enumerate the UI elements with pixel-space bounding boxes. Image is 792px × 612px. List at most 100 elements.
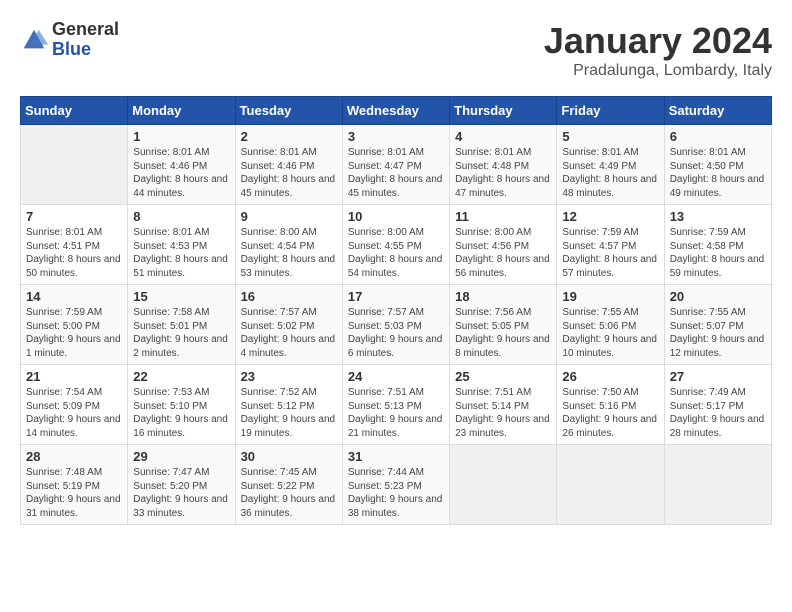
- header-saturday: Saturday: [664, 97, 771, 125]
- day-info: Sunrise: 7:57 AMSunset: 5:02 PMDaylight:…: [241, 306, 337, 360]
- day-number: 2: [241, 129, 337, 144]
- calendar-cell: 8 Sunrise: 8:01 AMSunset: 4:53 PMDaylight…: [128, 205, 235, 285]
- header-tuesday: Tuesday: [235, 97, 342, 125]
- day-number: 17: [348, 289, 444, 304]
- day-info: Sunrise: 7:49 AMSunset: 5:17 PMDaylight:…: [670, 386, 766, 440]
- day-number: 1: [133, 129, 229, 144]
- calendar-cell: 10 Sunrise: 8:00 AMSunset: 4:55 PMDayligh…: [342, 205, 449, 285]
- day-number: 10: [348, 209, 444, 224]
- header-wednesday: Wednesday: [342, 97, 449, 125]
- day-number: 21: [26, 369, 122, 384]
- calendar-cell: 7 Sunrise: 8:01 AMSunset: 4:51 PMDaylight…: [21, 205, 128, 285]
- calendar-cell: 16 Sunrise: 7:57 AMSunset: 5:02 PMDayligh…: [235, 285, 342, 365]
- day-info: Sunrise: 7:45 AMSunset: 5:22 PMDaylight:…: [241, 466, 337, 520]
- calendar-cell: 1 Sunrise: 8:01 AMSunset: 4:46 PMDaylight…: [128, 125, 235, 205]
- day-number: 30: [241, 449, 337, 464]
- day-info: Sunrise: 8:01 AMSunset: 4:50 PMDaylight:…: [670, 146, 766, 200]
- day-info: Sunrise: 7:52 AMSunset: 5:12 PMDaylight:…: [241, 386, 337, 440]
- day-info: Sunrise: 8:01 AMSunset: 4:49 PMDaylight:…: [562, 146, 658, 200]
- week-row-4: 21 Sunrise: 7:54 AMSunset: 5:09 PMDayligh…: [21, 365, 772, 445]
- calendar-cell: 12 Sunrise: 7:59 AMSunset: 4:57 PMDayligh…: [557, 205, 664, 285]
- logo-blue: Blue: [52, 40, 119, 60]
- title-area: January 2024 Pradalunga, Lombardy, Italy: [544, 20, 772, 80]
- day-number: 6: [670, 129, 766, 144]
- calendar-cell: [21, 125, 128, 205]
- logo: General Blue: [20, 20, 119, 60]
- logo-text: General Blue: [52, 20, 119, 60]
- day-number: 18: [455, 289, 551, 304]
- day-number: 7: [26, 209, 122, 224]
- calendar-cell: [450, 445, 557, 525]
- calendar-cell: 5 Sunrise: 8:01 AMSunset: 4:49 PMDaylight…: [557, 125, 664, 205]
- day-info: Sunrise: 7:59 AMSunset: 4:58 PMDaylight:…: [670, 226, 766, 280]
- day-info: Sunrise: 8:01 AMSunset: 4:53 PMDaylight:…: [133, 226, 229, 280]
- calendar-table: SundayMondayTuesdayWednesdayThursdayFrid…: [20, 96, 772, 525]
- day-info: Sunrise: 7:51 AMSunset: 5:13 PMDaylight:…: [348, 386, 444, 440]
- day-number: 13: [670, 209, 766, 224]
- calendar-cell: 6 Sunrise: 8:01 AMSunset: 4:50 PMDaylight…: [664, 125, 771, 205]
- calendar-cell: 18Sunrise: 7:56 AMSunset: 5:05 PMDayligh…: [450, 285, 557, 365]
- day-number: 12: [562, 209, 658, 224]
- calendar-cell: 4Sunrise: 8:01 AMSunset: 4:48 PMDaylight…: [450, 125, 557, 205]
- calendar-cell: 24Sunrise: 7:51 AMSunset: 5:13 PMDayligh…: [342, 365, 449, 445]
- day-info: Sunrise: 7:55 AMSunset: 5:06 PMDaylight:…: [562, 306, 658, 360]
- day-info: Sunrise: 8:00 AMSunset: 4:54 PMDaylight:…: [241, 226, 337, 280]
- calendar-cell: 29 Sunrise: 7:47 AMSunset: 5:20 PMDayligh…: [128, 445, 235, 525]
- calendar-cell: 28 Sunrise: 7:48 AMSunset: 5:19 PMDayligh…: [21, 445, 128, 525]
- day-info: Sunrise: 8:01 AMSunset: 4:47 PMDaylight:…: [348, 146, 444, 200]
- day-info: Sunrise: 7:59 AMSunset: 4:57 PMDaylight:…: [562, 226, 658, 280]
- calendar-cell: 17 Sunrise: 7:57 AMSunset: 5:03 PMDayligh…: [342, 285, 449, 365]
- day-number: 9: [241, 209, 337, 224]
- calendar-cell: 22Sunrise: 7:53 AMSunset: 5:10 PMDayligh…: [128, 365, 235, 445]
- day-info: Sunrise: 7:47 AMSunset: 5:20 PMDaylight:…: [133, 466, 229, 520]
- calendar-cell: 15Sunrise: 7:58 AMSunset: 5:01 PMDayligh…: [128, 285, 235, 365]
- day-number: 19: [562, 289, 658, 304]
- calendar-cell: 20Sunrise: 7:55 AMSunset: 5:07 PMDayligh…: [664, 285, 771, 365]
- day-number: 23: [241, 369, 337, 384]
- week-row-3: 14Sunrise: 7:59 AMSunset: 5:00 PMDayligh…: [21, 285, 772, 365]
- calendar-cell: 23 Sunrise: 7:52 AMSunset: 5:12 PMDayligh…: [235, 365, 342, 445]
- day-info: Sunrise: 8:00 AMSunset: 4:56 PMDaylight:…: [455, 226, 551, 280]
- location: Pradalunga, Lombardy, Italy: [544, 62, 772, 80]
- day-info: Sunrise: 7:54 AMSunset: 5:09 PMDaylight:…: [26, 386, 122, 440]
- day-number: 22: [133, 369, 229, 384]
- calendar-cell: 3 Sunrise: 8:01 AMSunset: 4:47 PMDaylight…: [342, 125, 449, 205]
- day-info: Sunrise: 8:00 AMSunset: 4:55 PMDaylight:…: [348, 226, 444, 280]
- week-row-5: 28 Sunrise: 7:48 AMSunset: 5:19 PMDayligh…: [21, 445, 772, 525]
- header: General Blue January 2024 Pradalunga, Lo…: [20, 20, 772, 80]
- header-thursday: Thursday: [450, 97, 557, 125]
- day-info: Sunrise: 8:01 AMSunset: 4:51 PMDaylight:…: [26, 226, 122, 280]
- calendar-header-row: SundayMondayTuesdayWednesdayThursdayFrid…: [21, 97, 772, 125]
- calendar-cell: 31 Sunrise: 7:44 AMSunset: 5:23 PMDayligh…: [342, 445, 449, 525]
- day-info: Sunrise: 7:48 AMSunset: 5:19 PMDaylight:…: [26, 466, 122, 520]
- calendar-cell: 25Sunrise: 7:51 AMSunset: 5:14 PMDayligh…: [450, 365, 557, 445]
- day-number: 5: [562, 129, 658, 144]
- day-info: Sunrise: 8:01 AMSunset: 4:46 PMDaylight:…: [241, 146, 337, 200]
- day-info: Sunrise: 7:44 AMSunset: 5:23 PMDaylight:…: [348, 466, 444, 520]
- calendar-cell: 13 Sunrise: 7:59 AMSunset: 4:58 PMDayligh…: [664, 205, 771, 285]
- day-number: 26: [562, 369, 658, 384]
- calendar-cell: 26Sunrise: 7:50 AMSunset: 5:16 PMDayligh…: [557, 365, 664, 445]
- day-number: 31: [348, 449, 444, 464]
- calendar-cell: 14Sunrise: 7:59 AMSunset: 5:00 PMDayligh…: [21, 285, 128, 365]
- day-info: Sunrise: 8:01 AMSunset: 4:46 PMDaylight:…: [133, 146, 229, 200]
- day-number: 4: [455, 129, 551, 144]
- week-row-1: 1 Sunrise: 8:01 AMSunset: 4:46 PMDaylight…: [21, 125, 772, 205]
- day-number: 8: [133, 209, 229, 224]
- day-number: 25: [455, 369, 551, 384]
- calendar-cell: 19 Sunrise: 7:55 AMSunset: 5:06 PMDayligh…: [557, 285, 664, 365]
- day-number: 15: [133, 289, 229, 304]
- day-info: Sunrise: 7:59 AMSunset: 5:00 PMDaylight:…: [26, 306, 122, 360]
- week-row-2: 7 Sunrise: 8:01 AMSunset: 4:51 PMDaylight…: [21, 205, 772, 285]
- day-number: 28: [26, 449, 122, 464]
- day-number: 16: [241, 289, 337, 304]
- day-info: Sunrise: 7:57 AMSunset: 5:03 PMDaylight:…: [348, 306, 444, 360]
- day-number: 27: [670, 369, 766, 384]
- calendar-cell: 9 Sunrise: 8:00 AMSunset: 4:54 PMDaylight…: [235, 205, 342, 285]
- day-info: Sunrise: 7:55 AMSunset: 5:07 PMDaylight:…: [670, 306, 766, 360]
- day-number: 3: [348, 129, 444, 144]
- day-number: 29: [133, 449, 229, 464]
- calendar-cell: [664, 445, 771, 525]
- logo-icon: [20, 26, 48, 54]
- calendar-cell: 27 Sunrise: 7:49 AMSunset: 5:17 PMDayligh…: [664, 365, 771, 445]
